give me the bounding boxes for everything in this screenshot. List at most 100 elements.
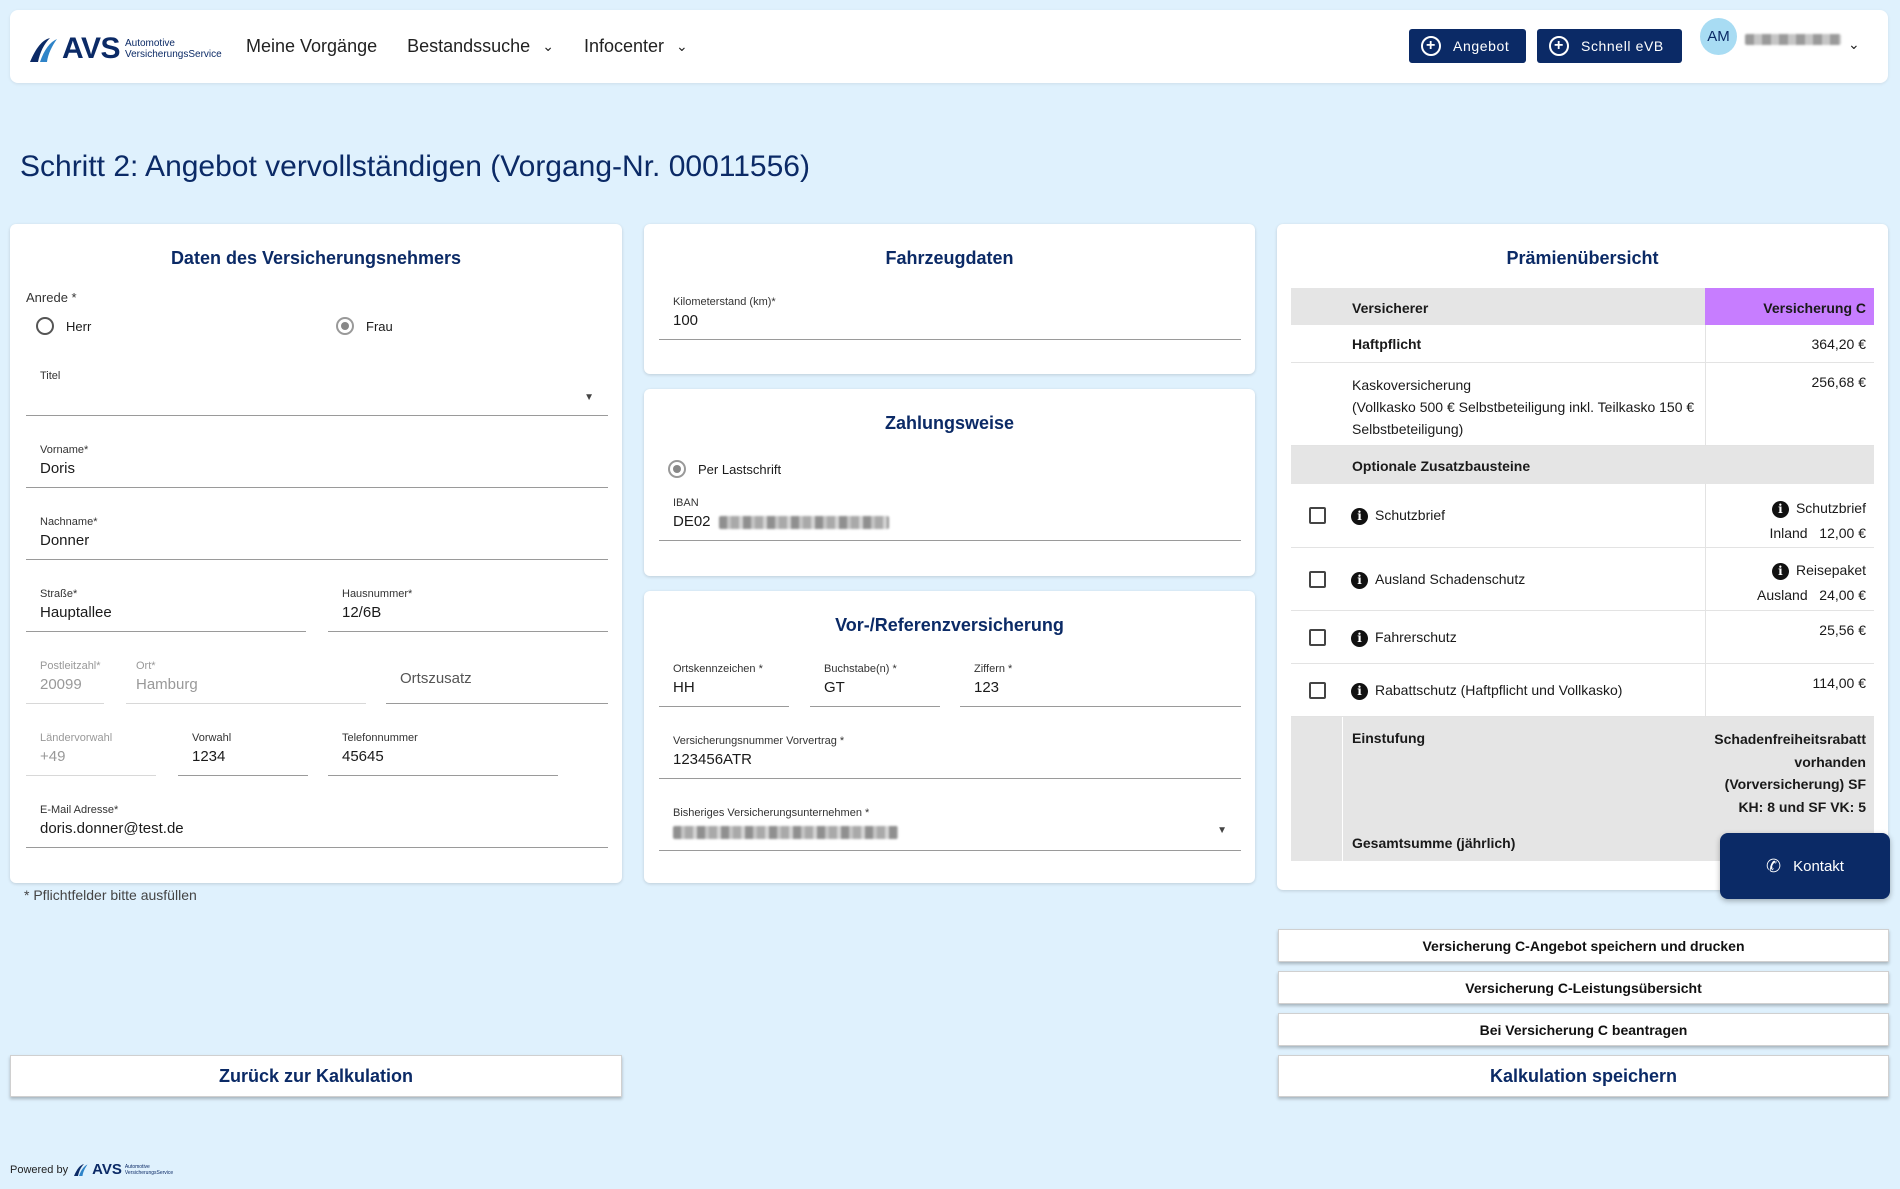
hausnummer-field[interactable]: Hausnummer* 12/6B <box>328 584 608 632</box>
field-label: Titel <box>40 370 61 382</box>
ortszusatz-field[interactable]: Ortszusatz <box>386 656 608 704</box>
field-underline <box>328 631 608 632</box>
row-label: i Fahrerschutz <box>1351 629 1457 647</box>
row-label: i Schutzbrief <box>1351 507 1445 525</box>
telefon-field[interactable]: Telefonnummer 45645 <box>328 728 558 776</box>
beantragen-button[interactable]: Bei Versicherung C beantragen <box>1278 1013 1889 1046</box>
email-field[interactable]: E-Mail Adresse* doris.donner@test.de <box>26 800 608 848</box>
schutzbrief-checkbox[interactable] <box>1309 507 1326 524</box>
radio-label: Per Lastschrift <box>698 461 782 477</box>
iban-field[interactable]: IBAN DE02 <box>659 493 1241 541</box>
fahrerschutz-checkbox[interactable] <box>1309 629 1326 646</box>
column-divider <box>1705 363 1706 445</box>
avs-logo-icon <box>74 1164 88 1176</box>
field-underline <box>659 778 1241 779</box>
info-icon[interactable]: i <box>1351 682 1368 700</box>
option-label: Schutzbrief <box>1375 507 1446 523</box>
column-divider <box>1705 548 1706 610</box>
radio-circle-selected <box>668 460 686 478</box>
info-icon[interactable]: i <box>1771 562 1789 580</box>
radio-herr[interactable]: Herr <box>36 317 91 335</box>
ort-field: Ort* Hamburg <box>126 656 366 704</box>
card-title: Vor-/Referenzversicherung <box>835 615 1064 635</box>
buchstaben-field[interactable]: Buchstabe(n) * GT <box>810 659 940 707</box>
button-label: Versicherung C-Leistungsübersicht <box>1465 979 1702 996</box>
kasko-detail: (Vollkasko 500 € Selbstbeteiligung inkl.… <box>1352 399 1695 437</box>
nav-label: Meine Vorgänge <box>246 36 378 56</box>
praemienuebersicht-card: Prämienübersicht Versicherer Versicherun… <box>1277 224 1888 890</box>
vsnr-field[interactable]: Versicherungsnummer Vorvertrag * 123456A… <box>659 731 1241 779</box>
top-header: AVS Automotive VersicherungsService Mein… <box>10 10 1888 83</box>
vorname-field[interactable]: Vorname* Doris <box>26 440 608 488</box>
field-underline <box>126 703 366 704</box>
field-label: Ortskennzeichen * <box>673 663 763 675</box>
required-footnote: * Pflichtfelder bitte ausfüllen <box>24 887 197 903</box>
avatar[interactable]: AM <box>1700 18 1737 55</box>
row-label: Kaskoversicherung (Vollkasko 500 € Selbs… <box>1352 374 1697 440</box>
leistungsuebersicht-button[interactable]: Versicherung C-Leistungsübersicht <box>1278 971 1889 1004</box>
field-label: Telefonnummer <box>342 732 418 744</box>
field-underline <box>178 775 308 776</box>
angebot-button[interactable]: + Angebot <box>1409 29 1526 63</box>
versicherungsnehmer-card: Daten des Versicherungsnehmers Anrede * … <box>10 224 622 883</box>
field-underline <box>26 559 608 560</box>
info-icon[interactable]: i <box>1771 500 1789 518</box>
field-label: Buchstabe(n) * <box>824 663 897 675</box>
field-underline <box>26 487 608 488</box>
logo-sub-line1: Automotive <box>124 38 175 49</box>
field-value: 45645 <box>342 748 384 765</box>
angebot-speichern-drucken-button[interactable]: Versicherung C-Angebot speichern und dru… <box>1278 929 1889 962</box>
field-value: 1234 <box>192 748 226 765</box>
page-title: Schritt 2: Angebot vervollständigen (Vor… <box>20 150 810 183</box>
ausland-checkbox[interactable] <box>1309 571 1326 588</box>
field-value: Donner <box>40 532 90 549</box>
rabattschutz-checkbox[interactable] <box>1309 682 1326 699</box>
field-label: Vorwahl <box>192 732 232 744</box>
plus-circle-icon: + <box>1421 36 1441 56</box>
field-label: Ländervorwahl <box>40 732 113 744</box>
vorwahl-field[interactable]: Vorwahl 1234 <box>178 728 308 776</box>
button-label: Bei Versicherung C beantragen <box>1479 1021 1688 1038</box>
kilometerstand-field[interactable]: Kilometerstand (km)* 100 <box>659 292 1241 340</box>
field-label: Straße* <box>40 588 78 600</box>
option-detail-title: Schutzbrief <box>1795 500 1866 516</box>
schnell-evb-button[interactable]: + Schnell eVB <box>1537 29 1682 63</box>
user-name-redacted[interactable] <box>1745 34 1841 45</box>
iban-redacted <box>718 515 889 529</box>
info-icon[interactable]: i <box>1351 571 1368 589</box>
kontakt-button[interactable]: ✆ Kontakt <box>1720 833 1890 899</box>
avs-logo-icon <box>30 38 57 62</box>
strasse-field[interactable]: Straße* Hauptallee <box>26 584 306 632</box>
nav-bestandssuche[interactable]: Bestandssuche ⌄ <box>407 36 554 57</box>
nachname-field[interactable]: Nachname* Donner <box>26 512 608 560</box>
powered-logo-text: AVS <box>92 1161 122 1178</box>
logo-sub-line2: VersicherungsService <box>124 49 222 60</box>
info-icon[interactable]: i <box>1351 507 1368 525</box>
ziffern-field[interactable]: Ziffern * 123 <box>960 659 1241 707</box>
powered-by-label: Powered by <box>10 1163 69 1176</box>
nav-infocenter[interactable]: Infocenter ⌄ <box>584 36 688 57</box>
field-value: 123 <box>974 679 1000 696</box>
field-label: Versicherungsnummer Vorvertrag * <box>673 735 845 747</box>
table-row-schutzbrief: i Schutzbrief i Schutzbrief Inland 12,00 € <box>1291 484 1874 548</box>
ortskennzeichen-field[interactable]: Ortskennzeichen * HH <box>659 659 789 707</box>
nav-meine-vorgaenge[interactable]: Meine Vorgänge <box>246 36 377 57</box>
chevron-down-icon[interactable]: ⌄ <box>1848 36 1860 53</box>
info-icon[interactable]: i <box>1351 629 1368 647</box>
field-underline <box>659 850 1241 851</box>
field-underline <box>810 706 940 707</box>
radio-label: Frau <box>366 318 393 334</box>
kalkulation-speichern-button[interactable]: Kalkulation speichern <box>1278 1055 1889 1097</box>
field-label: Vorname* <box>40 444 89 456</box>
radio-frau[interactable]: Frau <box>336 317 393 335</box>
avs-logo[interactable]: AVS Automotive VersicherungsService <box>28 32 222 66</box>
laendervorwahl-field: Ländervorwahl +49 <box>26 728 156 776</box>
field-label: Postleitzahl* <box>40 660 101 672</box>
radio-lastschrift[interactable]: Per Lastschrift <box>668 460 781 478</box>
titel-select[interactable]: Titel ▼ <box>26 366 608 416</box>
table-row-haftpflicht: Haftpflicht 364,20 € <box>1291 325 1874 363</box>
zurueck-kalkulation-button[interactable]: Zurück zur Kalkulation <box>10 1055 622 1097</box>
field-label: Nachname* <box>40 516 98 528</box>
option-label: Rabattschutz (Haftpflicht und Vollkasko) <box>1375 682 1623 698</box>
vorversicherer-select[interactable]: Bisheriges Versicherungsunternehmen * ▼ <box>659 803 1241 851</box>
